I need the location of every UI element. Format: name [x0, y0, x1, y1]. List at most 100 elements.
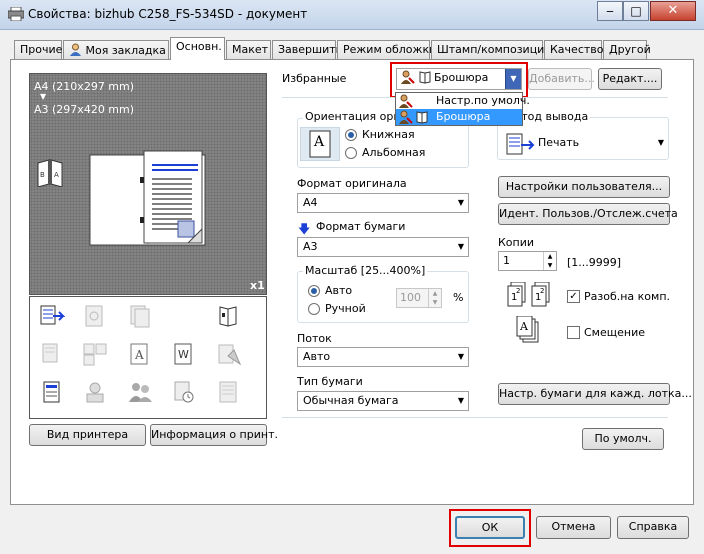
watermark-icon[interactable] — [82, 304, 108, 328]
booklet-preview-image — [88, 149, 208, 249]
cancel-button[interactable]: Отмена — [536, 516, 611, 539]
button-label: ОК — [481, 521, 499, 534]
copies-badge: x1 — [250, 279, 265, 292]
collate-label: Разоб.на комп. — [584, 290, 671, 303]
defaults-button[interactable]: По умолч. — [582, 428, 664, 450]
zoom-auto-radio[interactable] — [308, 285, 320, 297]
copy-icon[interactable] — [39, 342, 65, 366]
chevron-down-icon: ▼ — [457, 198, 464, 207]
option-label: Брошюра — [436, 110, 491, 123]
tab-cover-mode[interactable]: Режим обложки — [337, 40, 436, 59]
svg-text:2: 2 — [540, 287, 544, 295]
booklet-icon[interactable] — [216, 304, 242, 328]
help-button[interactable]: Справка — [617, 516, 689, 539]
user-auth-icon[interactable] — [82, 380, 108, 404]
copies-input[interactable]: 1 ▲ ▼ — [498, 251, 557, 271]
tab-finishing[interactable]: Завершить — [272, 40, 342, 59]
zoom-manual-radio[interactable] — [308, 303, 320, 315]
paper-size-select[interactable]: A3 ▼ — [297, 237, 469, 257]
ok-button[interactable]: ОК — [455, 516, 525, 539]
tab-label: Моя закладка — [85, 44, 166, 57]
chevron-down-icon: ▼ — [457, 352, 464, 361]
spin-up-icon[interactable]: ▲ — [428, 289, 441, 298]
button-label: По умолч. — [594, 432, 652, 445]
down-arrow-icon: ▼ — [40, 92, 47, 101]
tab-other2[interactable]: Другой — [603, 40, 651, 59]
svg-text:A: A — [519, 320, 529, 333]
account-track-icon[interactable] — [127, 380, 153, 404]
zoom-auto-label: Авто — [325, 284, 353, 297]
collate-checkbox[interactable]: ✓ — [567, 290, 580, 303]
tab-basic[interactable]: Основн. — [170, 37, 225, 60]
favorites-option-default[interactable]: Настр.по умолч. — [396, 94, 530, 109]
button-label: Идент. Пользов./Отслеж.счета — [499, 207, 678, 220]
button-label: Отмена — [551, 520, 596, 533]
offset-icon: A — [515, 315, 541, 344]
favorite-person-icon — [401, 70, 415, 84]
spin-down-icon[interactable]: ▼ — [428, 298, 441, 307]
landscape-radio[interactable] — [345, 147, 357, 159]
tab-stamp[interactable]: Штамп/композиция — [431, 40, 551, 59]
chevron-down-icon: ▼ — [657, 138, 664, 147]
minimize-button[interactable]: ‒ — [597, 1, 623, 21]
select-value: Печать — [538, 136, 580, 149]
user-auth-button[interactable]: Идент. Пользов./Отслеж.счета — [498, 203, 678, 225]
window-title: Свойства: bizhub C258_FS-534SD - докумен… — [28, 7, 308, 21]
zoom-value: 100 — [400, 291, 421, 304]
page-layout-icon[interactable] — [82, 342, 108, 366]
favorites-option-booklet[interactable]: Брошюра — [396, 109, 522, 125]
title-bar: Свойства: bizhub C258_FS-534SD - докумен… — [0, 0, 704, 30]
button-label: Настр. бумаги для кажд. лотка... — [499, 387, 692, 400]
select-value: Обычная бумага — [303, 394, 399, 407]
paper-type-label: Тип бумаги — [297, 375, 363, 388]
tab-label: Режим обложки — [343, 43, 437, 56]
printer-view-button[interactable]: Вид принтера — [29, 424, 146, 446]
close-button[interactable]: ✕ — [650, 1, 696, 21]
tab-label: Качество — [550, 43, 604, 56]
printer-info-button[interactable]: Информация о принт. — [150, 424, 278, 446]
button-label: Вид принтера — [46, 428, 129, 441]
portrait-radio[interactable] — [345, 129, 357, 141]
original-size-select[interactable]: A4 ▼ — [297, 193, 469, 213]
edit-favorite-button[interactable]: Редакт.... — [598, 68, 662, 90]
tab-layout[interactable]: Макет — [226, 40, 271, 59]
print-output-icon — [505, 133, 535, 155]
chevron-down-icon[interactable]: ▼ — [505, 69, 521, 89]
chevron-down-icon: ▼ — [457, 396, 464, 405]
tab-my-tab[interactable]: Моя закладка — [63, 40, 169, 59]
add-favorite-button[interactable]: Добавить... — [528, 68, 595, 90]
offset-checkbox[interactable] — [567, 326, 580, 339]
original-paper-text: A4 (210x297 mm) — [34, 80, 135, 93]
overlay-icon[interactable] — [127, 304, 153, 328]
banner-icon[interactable] — [216, 380, 242, 404]
output-method-select[interactable]: Печать ▼ — [538, 136, 668, 154]
tab-other[interactable]: Прочие — [14, 40, 62, 59]
document-blue-icon[interactable] — [39, 380, 65, 404]
text-a-icon[interactable]: A — [127, 342, 153, 366]
user-settings-button[interactable]: Настройки пользователя... — [498, 176, 670, 198]
maximize-button[interactable]: □ — [623, 1, 649, 21]
orientation-letter: A — [314, 134, 325, 150]
booklet-binding-icon: BA — [36, 157, 64, 188]
zoom-value-input[interactable]: 100 ▲ ▼ — [396, 288, 442, 308]
stamp-icon[interactable] — [216, 342, 242, 366]
original-size-label: Формат оригинала — [297, 177, 407, 190]
favorites-select[interactable]: Брошюра ▼ — [396, 68, 522, 90]
tab-quality[interactable]: Качество — [544, 40, 604, 59]
tray-select[interactable]: Авто ▼ — [297, 347, 469, 367]
header-footer-icon[interactable]: W — [171, 342, 197, 366]
paper-type-select[interactable]: Обычная бумага ▼ — [297, 391, 469, 411]
print-output-icon[interactable] — [39, 304, 66, 328]
tray-settings-button[interactable]: Настр. бумаги для кажд. лотка... — [498, 383, 692, 405]
printer-icon — [7, 6, 25, 22]
function-icon-grid: A W — [29, 296, 267, 419]
zoom-group — [297, 271, 469, 323]
schedule-print-icon[interactable] — [171, 380, 197, 404]
favorite-person-icon — [399, 110, 413, 127]
button-label: Настройки пользователя... — [505, 180, 663, 193]
booklet-small-icon — [416, 110, 428, 127]
tab-label: Основн. — [176, 40, 222, 53]
spin-up-icon[interactable]: ▲ — [543, 252, 556, 261]
spin-down-icon[interactable]: ▼ — [543, 261, 556, 270]
select-value: A3 — [303, 240, 318, 253]
